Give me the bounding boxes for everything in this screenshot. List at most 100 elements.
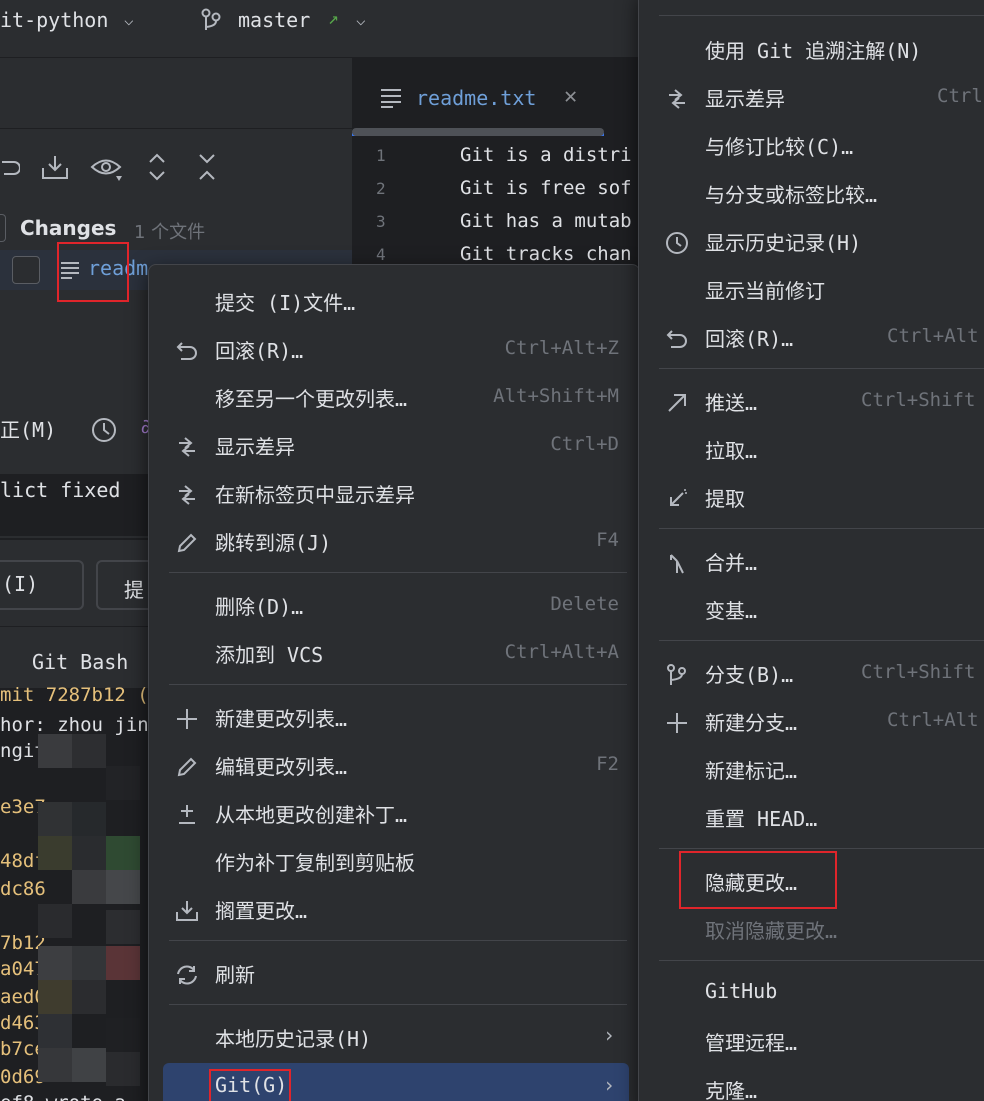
chevron-down-icon[interactable]: ⌵: [124, 10, 134, 29]
shelve-icon: [176, 901, 198, 921]
menu-item-local-history[interactable]: 本地历史记录(H) ›: [149, 1017, 639, 1057]
rollback-icon[interactable]: [0, 154, 20, 178]
clock-icon[interactable]: [90, 416, 118, 444]
amend-checkbox-label[interactable]: 正(M): [0, 414, 56, 443]
menu-item-new-changelist[interactable]: 新建更改列表…: [149, 697, 639, 737]
menu-item-copy-patch[interactable]: 作为补丁复制到剪贴板: [149, 841, 639, 881]
menu-item-create-patch[interactable]: 从本地更改创建补丁…: [149, 793, 639, 833]
menu-item-rollback[interactable]: 回滚(R)… Ctrl+Alt+Z: [149, 329, 639, 369]
menu-separator: [169, 684, 627, 685]
menu-item-shortcut: Ctrl+Shift: [861, 389, 976, 411]
menu-item-shortcut: F4: [596, 529, 619, 551]
fetch-icon: [670, 489, 687, 506]
menu-item-compare-branch[interactable]: 与分支或标签比较…: [639, 173, 984, 213]
menu-item-rebase[interactable]: 变基…: [639, 589, 984, 629]
tab-label: readme.txt: [416, 86, 537, 110]
menu-item-label: 新建分支…: [705, 711, 798, 735]
menu-separator: [659, 960, 984, 961]
terminal-line: mit 7287b12 (: [0, 684, 149, 706]
menu-item-label: 克隆…: [705, 1079, 758, 1101]
commit-message-text: lict fixed: [0, 478, 121, 502]
menu-item-label: 跳转到源(J): [215, 531, 332, 555]
patch-icon: [179, 805, 195, 824]
expand-all-icon[interactable]: [146, 152, 168, 182]
branch-name[interactable]: master: [238, 8, 310, 32]
menu-item-shortcut: F2: [596, 753, 619, 775]
pixelated-redaction: [38, 734, 148, 1096]
menu-item-refresh[interactable]: 刷新: [149, 953, 639, 993]
shelve-icon[interactable]: [40, 154, 70, 182]
menu-item-shortcut: Ctrl+D: [550, 433, 619, 455]
collapse-all-icon[interactable]: [196, 152, 218, 182]
tab-readme[interactable]: readme.txt ✕: [352, 58, 604, 136]
menu-item-label: 合并…: [705, 551, 758, 575]
diff-icon: [179, 437, 195, 457]
menu-item-label: 拉取…: [705, 439, 758, 463]
eye-icon[interactable]: [90, 154, 124, 182]
clock-icon: [666, 232, 688, 254]
menu-item-compare-revision[interactable]: 与修订比较(C)…: [639, 125, 984, 165]
menu-item-show-diff[interactable]: 显示差异 Ctrl: [639, 77, 984, 117]
menu-item-show-history[interactable]: 显示历史记录(H): [639, 221, 984, 261]
menu-item-show-current-revision[interactable]: 显示当前修订: [639, 269, 984, 309]
push-arrow-icon: ↗: [328, 8, 339, 29]
menu-item-show-diff-new-tab[interactable]: 在新标签页中显示差异: [149, 473, 639, 513]
menu-item-label: 与修订比较(C)…: [705, 135, 854, 159]
menu-item-new-branch[interactable]: 新建分支… Ctrl+Alt: [639, 701, 984, 741]
commit-button-label: (I): [2, 572, 39, 596]
project-name[interactable]: it-python: [0, 8, 108, 32]
menu-item-delete[interactable]: 删除(D)… Delete: [149, 585, 639, 625]
file-checkbox[interactable]: [12, 256, 40, 284]
menu-item-label: 搁置更改…: [215, 899, 308, 923]
code-line: Git has a mutab: [460, 210, 632, 232]
menu-item-label: 移至另一个更改列表…: [215, 387, 408, 411]
menu-item-jump-to-source[interactable]: 跳转到源(J) F4: [149, 521, 639, 561]
terminal-panel[interactable]: mit 7287b12 ( hor: zhou jin ngit e3e7 48…: [0, 684, 160, 1101]
commit-message-field[interactable]: lict fixed: [0, 474, 150, 536]
chevron-down-icon[interactable]: ⌵: [356, 10, 366, 29]
menu-item-push[interactable]: 推送… Ctrl+Shift: [639, 381, 984, 421]
horizontal-scrollbar[interactable]: [352, 128, 604, 136]
tab-git-bash[interactable]: Git Bash: [32, 650, 128, 674]
menu-item-label: 分支(B)…: [705, 663, 794, 687]
menu-item-label: 取消隐藏更改…: [705, 919, 838, 943]
menu-item-label: GitHub: [705, 979, 778, 1003]
menu-item-commit-file[interactable]: 提交 (I)文件…: [149, 281, 639, 321]
menu-item-shelve-changes[interactable]: 搁置更改…: [149, 889, 639, 929]
code-line: Git is a distri: [460, 144, 632, 166]
plus-icon: [667, 713, 687, 733]
menu-item-shortcut: Ctrl+Alt+A: [504, 641, 619, 663]
changes-group-label[interactable]: Changes: [20, 216, 116, 240]
menu-item-new-tag[interactable]: 新建标记…: [639, 749, 984, 789]
chevron-right-icon: ›: [602, 1073, 615, 1097]
line-number: 1: [376, 146, 386, 165]
close-icon[interactable]: ✕: [564, 84, 577, 109]
highlight-box: [57, 242, 129, 302]
rollback-icon: [176, 342, 197, 360]
menu-item-shortcut: Ctrl+Alt: [887, 325, 979, 347]
highlight-box: [679, 851, 837, 909]
menu-separator: [169, 572, 627, 573]
menu-item-label: 变基…: [705, 599, 758, 623]
menu-item-reset-head[interactable]: 重置 HEAD…: [639, 797, 984, 837]
menu-item-pull[interactable]: 拉取…: [639, 429, 984, 469]
menu-item-clone[interactable]: 克隆…: [639, 1069, 984, 1101]
menu-item-blame[interactable]: 使用 Git 追溯注解(N): [639, 29, 984, 69]
menu-item-edit-changelist[interactable]: 编辑更改列表… F2: [149, 745, 639, 785]
menu-item-rollback[interactable]: 回滚(R)… Ctrl+Alt: [639, 317, 984, 357]
line-number: 4: [376, 245, 386, 264]
menu-item-label: 在新标签页中显示差异: [215, 483, 415, 507]
line-number: 3: [376, 212, 386, 231]
menu-item-unstash-changes[interactable]: 取消隐藏更改…: [639, 909, 984, 949]
menu-item-merge[interactable]: 合并…: [639, 541, 984, 581]
commit-button[interactable]: (I): [0, 560, 84, 610]
menu-item-add-to-vcs[interactable]: 添加到 VCS Ctrl+Alt+A: [149, 633, 639, 673]
menu-item-branches[interactable]: 分支(B)… Ctrl+Shift: [639, 653, 984, 693]
menu-item-manage-remotes[interactable]: 管理远程…: [639, 1021, 984, 1061]
changes-checkbox[interactable]: [0, 214, 6, 242]
menu-item-move-to-changelist[interactable]: 移至另一个更改列表… Alt+Shift+M: [149, 377, 639, 417]
menu-item-show-diff[interactable]: 显示差异 Ctrl+D: [149, 425, 639, 465]
menu-item-fetch[interactable]: 提取: [639, 477, 984, 517]
menu-separator: [659, 528, 984, 529]
menu-item-github[interactable]: GitHub: [639, 973, 984, 1013]
